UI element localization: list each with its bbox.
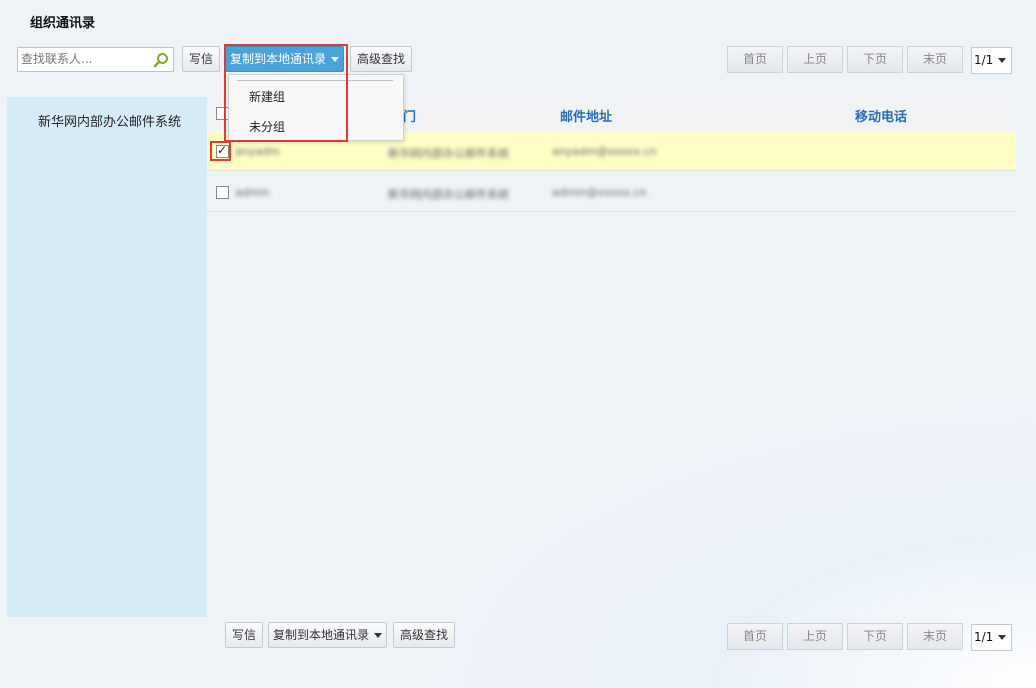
page-select-value: 1/1 bbox=[974, 53, 994, 67]
column-header-mobile[interactable]: 移动电话 bbox=[855, 106, 907, 125]
first-page-button[interactable]: 首页 bbox=[727, 46, 783, 73]
chevron-down-icon bbox=[374, 633, 383, 638]
chevron-down-icon bbox=[998, 635, 1007, 640]
contact-email: admin@xxxxx.cn bbox=[552, 186, 647, 199]
first-page-button-bottom[interactable]: 首页 bbox=[727, 623, 783, 650]
copy-to-local-button[interactable]: 复制到本地通讯录 bbox=[225, 46, 345, 72]
column-header-email[interactable]: 邮件地址 bbox=[560, 106, 612, 125]
advanced-search-button-bottom[interactable]: 高级查找 bbox=[393, 622, 456, 648]
copy-dropdown-menu: 新建组 未分组 bbox=[228, 74, 404, 141]
chevron-down-icon bbox=[998, 58, 1007, 63]
search-icon[interactable] bbox=[153, 52, 169, 68]
copy-to-local-label: 复制到本地通讯录 bbox=[273, 628, 370, 642]
last-page-button-bottom[interactable]: 末页 bbox=[907, 623, 963, 650]
contact-dept: 新华网内部办公邮件系统 bbox=[388, 147, 509, 160]
advanced-search-button[interactable]: 高级查找 bbox=[350, 46, 413, 72]
page-title: 组织通讯录 bbox=[30, 16, 96, 31]
sidebar: 新华网内部办公邮件系统 bbox=[7, 97, 207, 617]
page-select-bottom[interactable]: 1/1 bbox=[971, 624, 1012, 651]
contact-email: anyadm@xxxxx.cn bbox=[552, 145, 657, 158]
row-checkbox[interactable] bbox=[216, 186, 229, 199]
copy-to-local-label: 复制到本地通讯录 bbox=[230, 52, 327, 66]
contact-name: admin bbox=[235, 186, 270, 199]
write-button-bottom[interactable]: 写信 bbox=[225, 622, 264, 648]
prev-page-button[interactable]: 上页 bbox=[787, 46, 843, 73]
table-row[interactable]: admin 新华网内部办公邮件系统 admin@xxxxx.cn bbox=[207, 172, 1016, 212]
last-page-button[interactable]: 末页 bbox=[907, 46, 963, 73]
row-checkbox[interactable] bbox=[216, 143, 229, 158]
menu-item-new-group[interactable]: 新建组 bbox=[249, 88, 285, 105]
contact-dept: 新华网内部办公邮件系统 bbox=[388, 188, 509, 201]
contact-name: anyadm bbox=[235, 145, 280, 158]
menu-item-ungrouped[interactable]: 未分组 bbox=[249, 118, 285, 135]
write-button[interactable]: 写信 bbox=[182, 46, 221, 72]
menu-divider bbox=[237, 80, 393, 81]
prev-page-button-bottom[interactable]: 上页 bbox=[787, 623, 843, 650]
contacts-table: 部门 邮件地址 移动电话 anyadm 新华网内部办公邮件系统 anyadm@x… bbox=[207, 97, 1016, 617]
chevron-down-icon bbox=[331, 57, 340, 62]
sidebar-item-org[interactable]: 新华网内部办公邮件系统 bbox=[38, 111, 181, 130]
search-field[interactable] bbox=[17, 47, 174, 72]
search-input[interactable] bbox=[21, 48, 151, 70]
next-page-button[interactable]: 下页 bbox=[847, 46, 903, 73]
copy-to-local-button-bottom[interactable]: 复制到本地通讯录 bbox=[268, 622, 388, 648]
page-select[interactable]: 1/1 bbox=[971, 47, 1012, 74]
page-select-value: 1/1 bbox=[974, 630, 994, 644]
next-page-button-bottom[interactable]: 下页 bbox=[847, 623, 903, 650]
